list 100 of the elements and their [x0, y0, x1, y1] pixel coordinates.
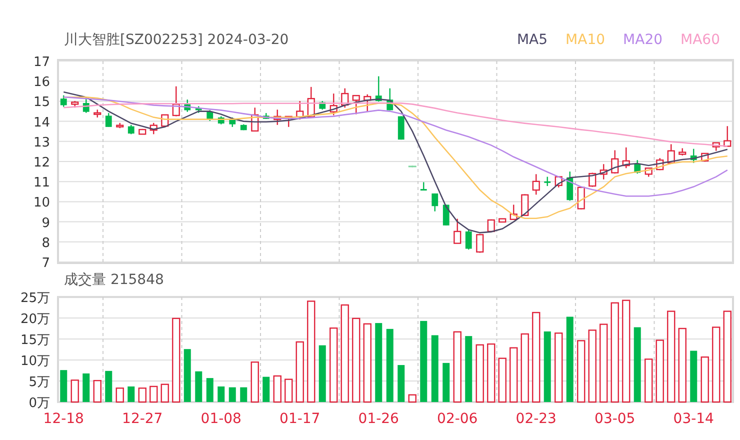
- candlestick: [622, 147, 630, 168]
- candlestick: [341, 88, 349, 108]
- volume-bar: [160, 384, 169, 403]
- volume-title: 成交量 215848: [64, 270, 164, 290]
- volume-bar: [284, 378, 293, 403]
- candlestick: [611, 150, 619, 174]
- volume-bar: [218, 386, 225, 402]
- axis-label: 5万: [28, 375, 50, 390]
- candlestick: [82, 96, 90, 113]
- candlestick: [386, 88, 394, 110]
- axis-label: 15: [33, 95, 50, 110]
- candlestick: [420, 182, 427, 191]
- candlestick: [307, 86, 315, 118]
- volume-bar: [116, 388, 124, 403]
- volume-bar: [273, 375, 282, 403]
- candlestick: [71, 101, 79, 108]
- volume-bar: [128, 386, 135, 402]
- candlestick: [487, 219, 495, 232]
- date-label: 03-14: [673, 411, 714, 427]
- volume-bar: [318, 345, 326, 402]
- candlestick: [116, 122, 124, 128]
- volume-bar: [195, 371, 202, 402]
- volume-bar: [228, 387, 236, 402]
- date-label: 01-08: [200, 411, 242, 427]
- candlestick: [184, 100, 191, 112]
- volume-bar: [554, 332, 563, 403]
- axis-label: 7: [42, 256, 50, 268]
- candlestick: [251, 108, 259, 132]
- axis-label: 17: [33, 55, 50, 70]
- candlestick: [432, 193, 438, 212]
- axis-label: 25万: [20, 292, 50, 306]
- candlestick: [352, 94, 360, 114]
- candlestick: [521, 194, 529, 216]
- volume-bar: [487, 343, 496, 403]
- date-label: 02-23: [516, 411, 556, 427]
- volume-bar: [700, 356, 709, 403]
- volume-bar: [150, 386, 158, 403]
- candlestick: [510, 204, 518, 220]
- candlestick: [364, 94, 372, 112]
- candlestick: [544, 176, 551, 186]
- volume-bar: [105, 370, 112, 402]
- volume-bar: [644, 358, 653, 403]
- axis-label: 10: [33, 196, 50, 211]
- axis-label: 11: [33, 176, 50, 191]
- volume-bar: [138, 388, 146, 403]
- volume-bar: [184, 349, 191, 402]
- axis-label: 10万: [20, 354, 50, 369]
- volume-bar: [690, 350, 698, 402]
- volume-bar: [465, 336, 472, 402]
- candlestick: [195, 106, 202, 113]
- candlestick: [678, 148, 686, 156]
- axis-label: 14: [33, 115, 50, 130]
- chart-title: 川大智胜[SZ002253] 2024-03-20: [64, 31, 289, 50]
- axis-label: 8: [42, 236, 50, 251]
- candlestick: [600, 164, 608, 180]
- volume-bar: [442, 362, 450, 402]
- axis-label: 13: [33, 135, 50, 150]
- volume-bar: [82, 373, 90, 402]
- volume-bar: [510, 347, 518, 403]
- candlestick: [566, 172, 574, 201]
- axis-label: 20万: [20, 312, 50, 327]
- legend-label: MA5: [516, 31, 548, 50]
- candlestick: [172, 86, 180, 116]
- candlestick: [138, 128, 146, 135]
- candlestick: [330, 94, 338, 116]
- date-label: 01-26: [358, 411, 399, 427]
- candlestick: [442, 204, 450, 226]
- candlestick: [408, 166, 416, 168]
- legend-label: MA10: [566, 31, 606, 50]
- candlestick: [398, 116, 404, 140]
- candlestick: [128, 124, 134, 134]
- candlestick: [60, 95, 67, 107]
- volume-bar: [296, 341, 304, 403]
- legend-label: MA60: [680, 31, 720, 50]
- candlestick: [690, 148, 697, 163]
- date-label: 12-27: [122, 411, 163, 427]
- date-label: 02-06: [437, 411, 478, 427]
- volume-bar: [93, 380, 102, 403]
- candlestick: [476, 234, 484, 253]
- volume-bar: [520, 333, 529, 403]
- axis-label: 0万: [28, 396, 50, 411]
- candlestick: [240, 124, 247, 130]
- volume-bar: [453, 331, 462, 403]
- volume-bar: [206, 378, 214, 402]
- volume-bar: [656, 340, 664, 403]
- candlestick: [667, 144, 675, 164]
- axis-label: 15万: [20, 333, 50, 348]
- candlestick: [218, 116, 224, 124]
- candlestick: [644, 168, 652, 177]
- candlestick: [724, 126, 732, 147]
- candlestick: [465, 229, 472, 250]
- candlestick: [284, 116, 292, 127]
- volume-bar: [544, 331, 551, 402]
- candlestick: [588, 172, 596, 187]
- axis-label: 12: [33, 156, 50, 170]
- axis-label: 16: [33, 75, 50, 90]
- volume-bar: [250, 362, 259, 403]
- candlestick: [105, 113, 112, 127]
- legend-label: MA20: [623, 31, 663, 50]
- candlestick: [94, 110, 102, 118]
